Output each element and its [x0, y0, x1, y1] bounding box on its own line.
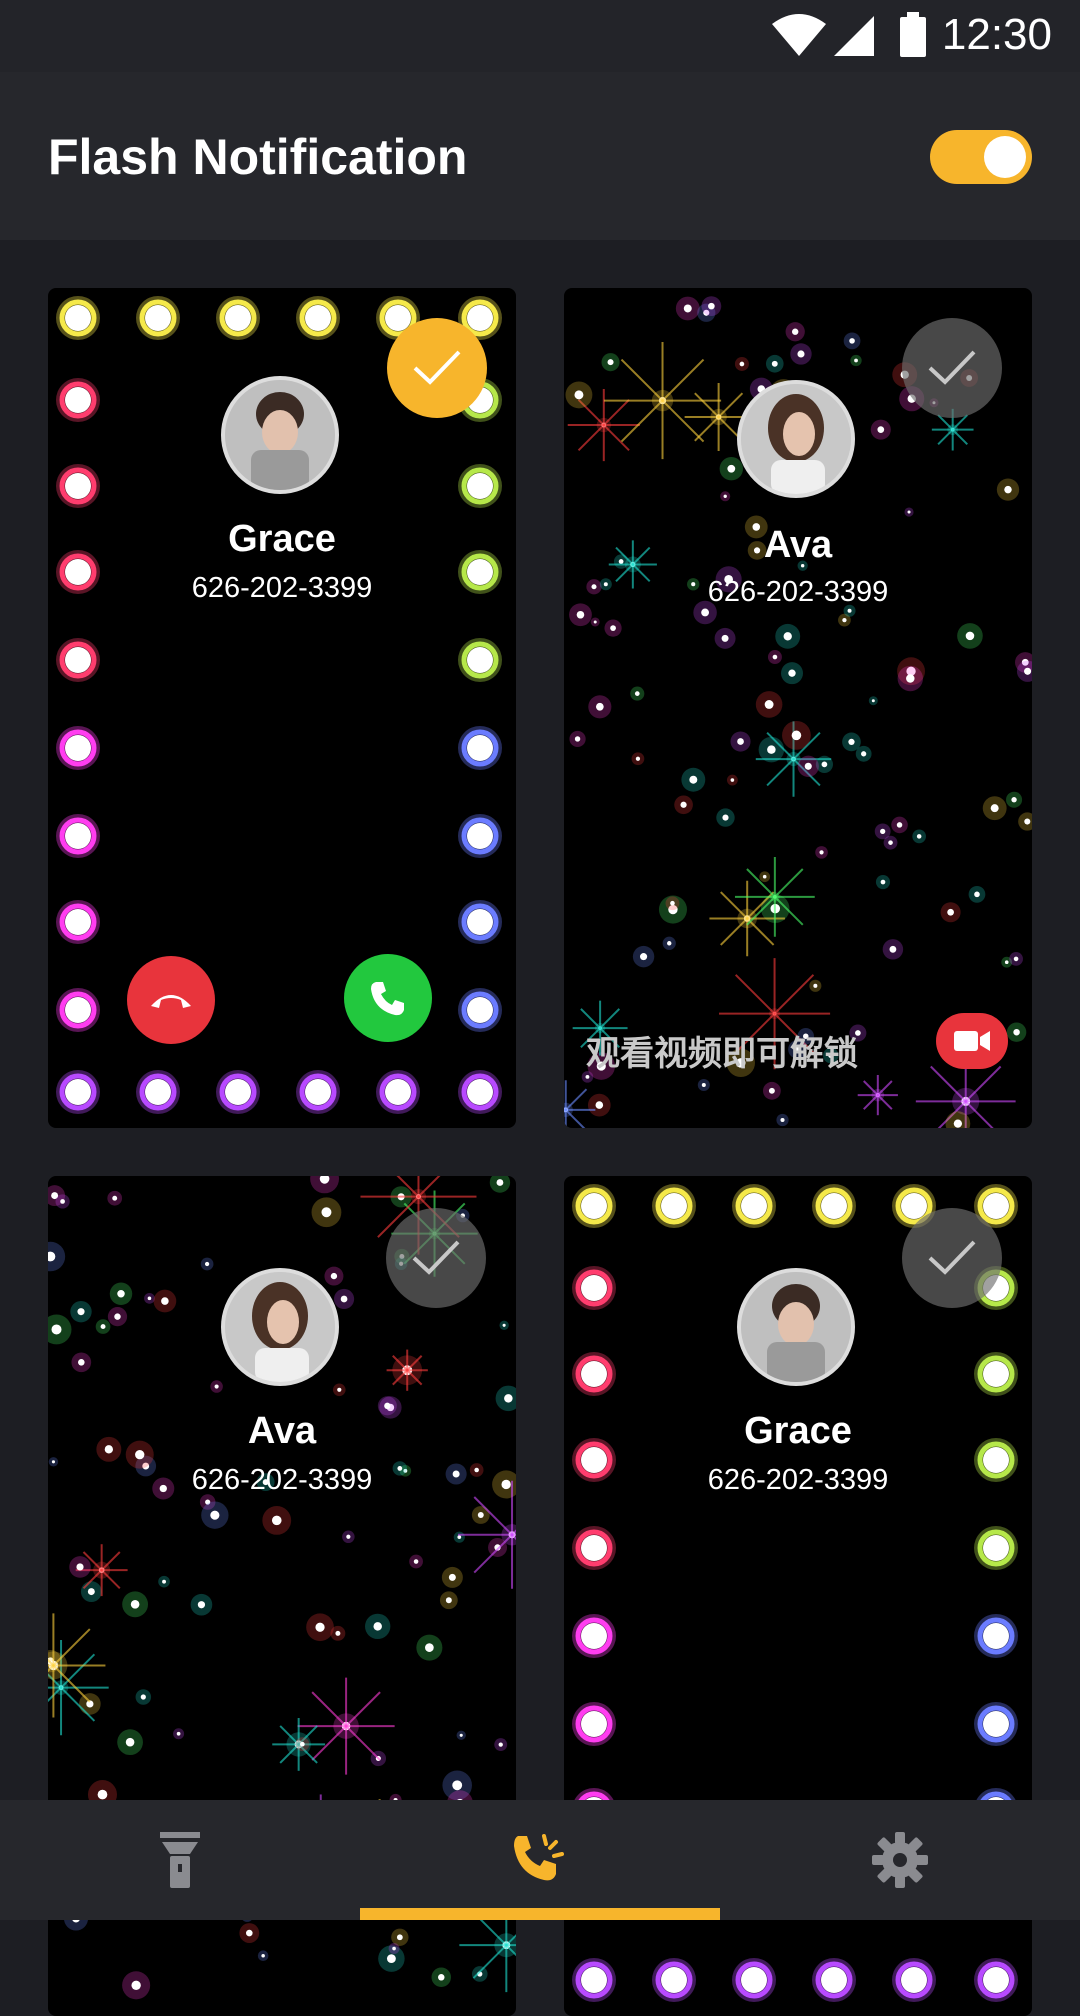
watch-video-button[interactable] [936, 1013, 1008, 1069]
battery-icon [900, 12, 926, 57]
select-check-button[interactable] [386, 1208, 486, 1308]
decline-call-button [127, 956, 215, 1044]
caller-name: Grace [228, 518, 336, 560]
nav-flashlight[interactable] [0, 1800, 360, 1920]
caller-name: Grace [744, 1410, 852, 1452]
phone-icon [371, 982, 404, 1016]
caller-number: 626-202-3399 [191, 572, 373, 604]
caller-number: 626-202-3399 [707, 576, 889, 608]
flashlight-icon [160, 1832, 200, 1888]
wifi-icon [772, 14, 826, 56]
caller-name: Ava [247, 1410, 317, 1452]
avatar [737, 1268, 855, 1386]
toggle-knob [984, 136, 1026, 178]
accept-call-button [344, 954, 432, 1042]
phone-flash-icon [514, 1834, 564, 1881]
flash-toggle[interactable] [930, 130, 1032, 184]
video-camera-icon [954, 1031, 990, 1051]
active-tab-indicator [360, 1908, 720, 1920]
check-icon [928, 350, 976, 385]
check-icon [412, 1240, 460, 1275]
selected-check-button[interactable] [387, 318, 487, 418]
nav-settings[interactable] [720, 1800, 1080, 1920]
hang-up-icon [151, 995, 191, 1008]
signal-icon [834, 16, 874, 56]
gear-icon [872, 1832, 928, 1888]
unlock-by-video-text: 观看视频即可解锁 [586, 1034, 858, 1074]
avatar [221, 376, 339, 494]
avatar [737, 380, 855, 498]
theme-card[interactable]: Ava 626-202-3399 观看视频即可解锁 [564, 288, 1032, 1128]
app-header: Flash Notification [0, 72, 1080, 240]
caller-name: Ava [763, 524, 833, 566]
select-check-button[interactable] [902, 318, 1002, 418]
bottom-navigation [0, 1800, 1080, 1920]
page-title: Flash Notification [48, 129, 468, 185]
select-check-button[interactable] [902, 1208, 1002, 1308]
nav-call-flash[interactable] [360, 1800, 720, 1920]
caller-number: 626-202-3399 [707, 1464, 889, 1496]
check-icon [928, 1240, 976, 1275]
caller-number: 626-202-3399 [191, 1464, 373, 1496]
clock: 12:30 [941, 10, 1052, 59]
check-icon [413, 350, 461, 385]
theme-card[interactable]: Grace 626-202-3399 [48, 288, 516, 1128]
avatar [221, 1268, 339, 1386]
status-bar: 12:30 [0, 0, 1080, 72]
